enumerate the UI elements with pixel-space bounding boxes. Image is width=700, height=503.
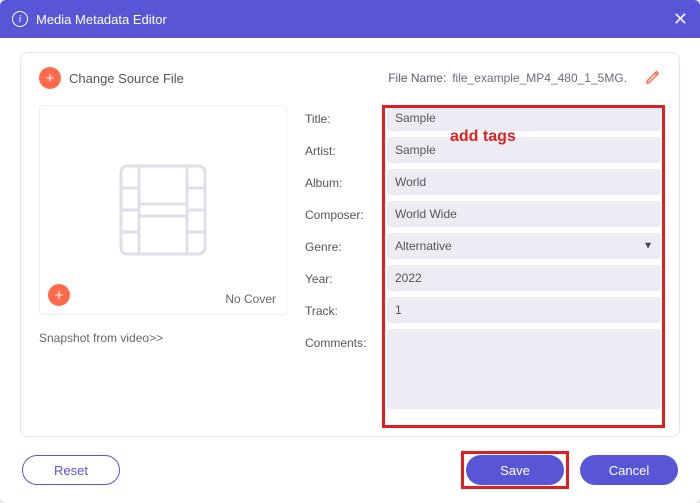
close-icon[interactable]: ✕ <box>673 9 688 30</box>
snapshot-from-video-link[interactable]: Snapshot from video>> <box>39 331 287 345</box>
file-name-value: file_example_MP4_480_1_5MG. <box>452 71 627 85</box>
comments-input[interactable] <box>387 329 661 409</box>
composer-label: Composer: <box>305 201 387 222</box>
film-placeholder-icon <box>103 150 223 270</box>
info-icon: i <box>12 11 28 27</box>
form-grid: Title: Artist: Album: Composer: Genre: ▼ <box>305 105 661 409</box>
file-name-row: File Name: file_example_MP4_480_1_5MG. <box>388 69 661 88</box>
reset-button[interactable]: Reset <box>22 455 120 485</box>
artist-input[interactable] <box>387 137 661 163</box>
change-source-label: Change Source File <box>69 71 184 86</box>
titlebar: i Media Metadata Editor ✕ <box>0 0 700 38</box>
cover-preview: + No Cover <box>39 105 287 315</box>
content-area: add tags + Change Source File File Name:… <box>0 38 700 445</box>
comments-label: Comments: <box>305 329 387 350</box>
metadata-form: Title: Artist: Album: Composer: Genre: ▼ <box>305 105 661 426</box>
genre-select[interactable]: ▼ <box>387 233 661 259</box>
no-cover-label: No Cover <box>225 292 276 306</box>
change-source-file-button[interactable]: + Change Source File <box>39 67 184 89</box>
cancel-button[interactable]: Cancel <box>580 455 678 485</box>
artist-label: Artist: <box>305 137 387 158</box>
file-name-label: File Name: <box>388 71 446 85</box>
composer-input[interactable] <box>387 201 661 227</box>
save-button[interactable]: Save <box>466 455 564 485</box>
year-label: Year: <box>305 265 387 286</box>
footer: Reset Save Cancel <box>0 445 700 503</box>
album-label: Album: <box>305 169 387 190</box>
genre-value[interactable] <box>387 233 661 259</box>
title-input[interactable] <box>387 105 661 131</box>
header-row: + Change Source File File Name: file_exa… <box>39 67 661 89</box>
year-input[interactable] <box>387 265 661 291</box>
genre-label: Genre: <box>305 233 387 254</box>
save-button-wrap: Save <box>466 455 564 485</box>
plus-icon: + <box>39 67 61 89</box>
track-input[interactable] <box>387 297 661 323</box>
cover-column: + No Cover Snapshot from video>> <box>39 105 287 426</box>
body-row: + No Cover Snapshot from video>> Title: … <box>39 105 661 426</box>
media-metadata-editor-window: i Media Metadata Editor ✕ add tags + Cha… <box>0 0 700 503</box>
main-card: + Change Source File File Name: file_exa… <box>20 52 680 437</box>
add-cover-button[interactable]: + <box>48 284 70 306</box>
album-input[interactable] <box>387 169 661 195</box>
edit-filename-icon[interactable] <box>645 69 661 88</box>
window-title: Media Metadata Editor <box>36 12 673 27</box>
track-label: Track: <box>305 297 387 318</box>
title-label: Title: <box>305 105 387 126</box>
